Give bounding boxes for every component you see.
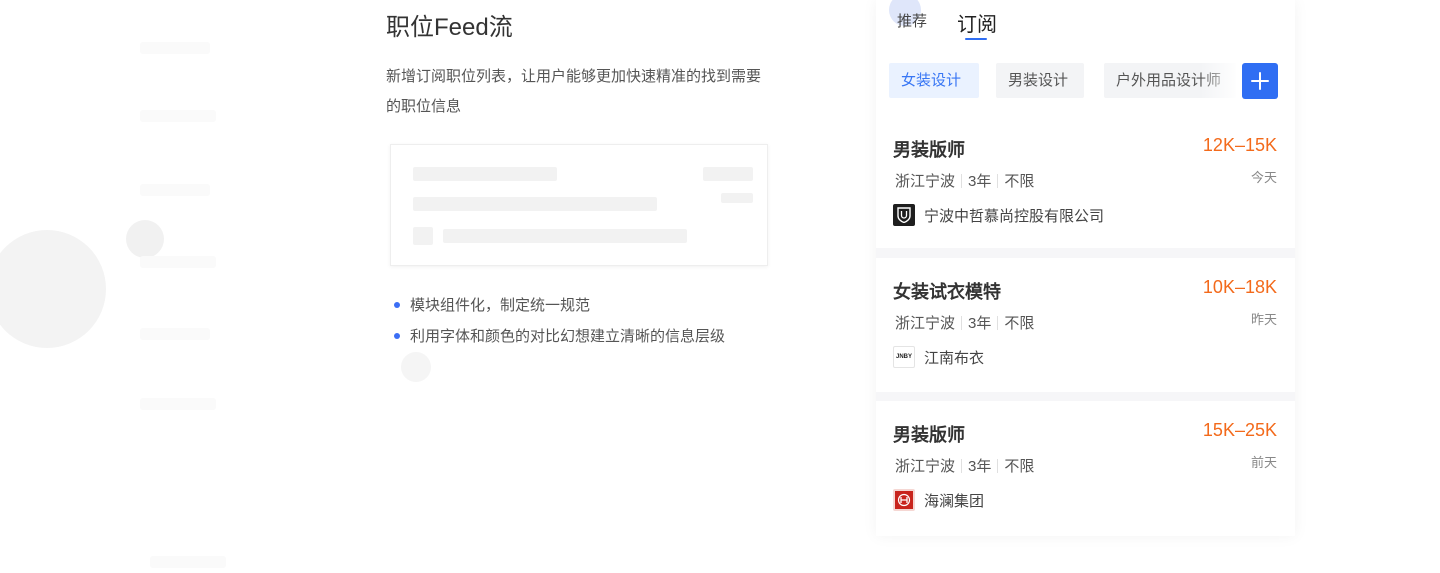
job-card[interactable]: 女装试衣模特 10K–18K 昨天 浙江宁波 3年 不限 JNBY 江南布衣 xyxy=(876,258,1295,392)
tab-recommend[interactable]: 推荐 xyxy=(897,10,927,31)
feed-header: 推荐 订阅 女装设计 男装设计 户外用品设计师 xyxy=(876,0,1295,116)
job-experience: 3年 xyxy=(968,173,992,190)
chip-womens-design[interactable]: 女装设计 xyxy=(889,63,979,98)
job-date: 前天 xyxy=(1250,455,1277,470)
section-title: 职位Feed流 xyxy=(386,14,513,41)
company-name: 海澜集团 xyxy=(924,492,985,510)
chip-mens-design[interactable]: 男装设计 xyxy=(996,63,1084,98)
job-location: 浙江宁波 xyxy=(895,315,956,332)
job-education: 不限 xyxy=(1004,458,1035,475)
chip-fade-overlay xyxy=(1200,63,1240,98)
tab-subscribe[interactable]: 订阅 xyxy=(957,8,997,37)
decorative-circle xyxy=(0,230,106,348)
hla-logo-icon xyxy=(893,489,915,511)
company-row: 宁波中哲慕尚控股有限公司 xyxy=(893,204,1104,226)
phone-screen: 推荐 订阅 女装设计 男装设计 户外用品设计师 男装版师 12K–15K 今天 … xyxy=(876,0,1295,536)
job-education: 不限 xyxy=(1004,315,1035,332)
company-name: 江南布衣 xyxy=(924,349,985,367)
company-name: 宁波中哲慕尚控股有限公司 xyxy=(924,207,1105,225)
divider xyxy=(961,315,963,330)
ghost-line xyxy=(150,556,226,568)
skeleton-line xyxy=(413,197,657,211)
divider xyxy=(997,315,999,330)
divider xyxy=(961,458,963,473)
job-salary: 15K–25K xyxy=(1202,420,1277,440)
shield-crest-icon xyxy=(893,204,915,226)
skeleton-card xyxy=(390,144,768,266)
job-education: 不限 xyxy=(1004,173,1035,190)
job-date: 昨天 xyxy=(1250,312,1277,327)
bullet-dot-icon xyxy=(394,302,400,308)
feature-item: 模块组件化，制定统一规范 xyxy=(394,290,725,321)
job-experience: 3年 xyxy=(968,315,992,332)
ghost-line xyxy=(140,110,216,122)
ghost-line xyxy=(140,256,216,268)
job-card[interactable]: 男装版师 15K–25K 前天 浙江宁波 3年 不限 海澜集团 xyxy=(876,401,1295,536)
bullet-dot-icon xyxy=(394,333,400,339)
job-meta: 浙江宁波 3年 不限 xyxy=(895,312,1034,333)
add-subscription-button[interactable] xyxy=(1242,63,1278,99)
decorative-circle xyxy=(126,220,164,258)
company-row: 海澜集团 xyxy=(893,489,984,511)
divider xyxy=(961,173,963,188)
section-description: 新增订阅职位列表，让用户能够更加快速精准的找到需要的职位信息 xyxy=(386,68,762,115)
job-meta: 浙江宁波 3年 不限 xyxy=(895,455,1034,476)
description-block: 职位Feed流 新增订阅职位列表，让用户能够更加快速精准的找到需要的职位信息 xyxy=(386,12,786,122)
ghost-line xyxy=(140,328,210,340)
company-row: JNBY 江南布衣 xyxy=(893,346,984,368)
feature-list: 模块组件化，制定统一规范 利用字体和颜色的对比幻想建立清晰的信息层级 xyxy=(394,290,725,352)
divider xyxy=(997,173,999,188)
job-meta: 浙江宁波 3年 不限 xyxy=(895,170,1034,191)
active-tab-indicator xyxy=(965,38,987,40)
skeleton-line xyxy=(721,193,753,203)
ghost-line xyxy=(140,42,210,54)
decorative-circle xyxy=(401,352,431,382)
skeleton-line xyxy=(443,229,687,243)
job-date: 今天 xyxy=(1250,170,1277,185)
ghost-line xyxy=(140,398,216,410)
job-title: 男装版师 xyxy=(893,140,965,160)
divider xyxy=(997,458,999,473)
skeleton-line xyxy=(413,167,557,181)
job-title: 女装试衣模特 xyxy=(893,282,1001,302)
job-location: 浙江宁波 xyxy=(895,458,956,475)
job-salary: 12K–15K xyxy=(1202,135,1277,155)
job-card[interactable]: 男装版师 12K–15K 今天 浙江宁波 3年 不限 宁波中哲慕尚控股有限公司 xyxy=(876,116,1295,248)
skeleton-line xyxy=(413,227,433,245)
job-salary: 10K–18K xyxy=(1202,277,1277,297)
jnby-logo-icon: JNBY xyxy=(893,346,915,368)
job-experience: 3年 xyxy=(968,458,992,475)
job-title: 男装版师 xyxy=(893,425,965,445)
feature-item: 利用字体和颜色的对比幻想建立清晰的信息层级 xyxy=(394,321,725,352)
job-location: 浙江宁波 xyxy=(895,173,956,190)
skeleton-line xyxy=(703,167,753,181)
ghost-line xyxy=(140,184,210,196)
